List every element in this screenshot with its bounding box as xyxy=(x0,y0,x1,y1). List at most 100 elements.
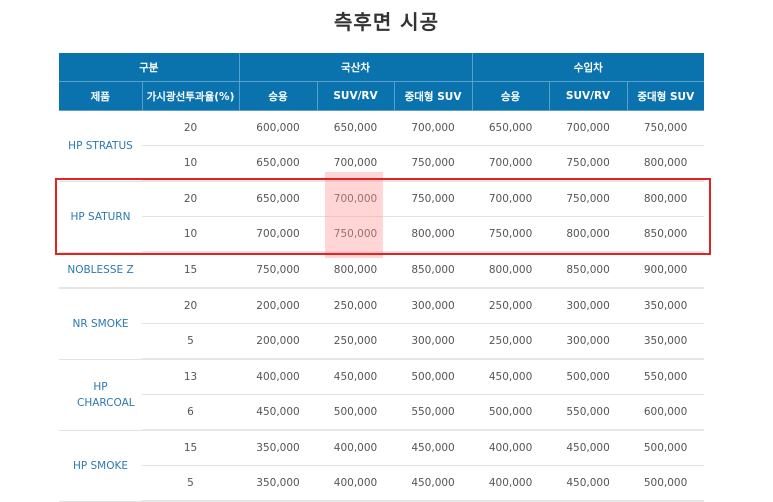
price-cell: 400,000 xyxy=(317,465,395,502)
price-cell: 600,000 xyxy=(627,394,705,431)
price-cell: 300,000 xyxy=(549,288,628,324)
table-row: 5 350,000 400,000 450,000 400,000 450,000 500,… xyxy=(59,465,705,502)
product-name: HP SATURN xyxy=(59,181,142,253)
price-cell: 650,000 xyxy=(239,181,318,217)
price-cell: 350,000 xyxy=(239,430,318,466)
product-name: HP SMOKE xyxy=(59,430,142,502)
table-row: NOBLESSE Z 15 750,000 800,000 850,000 800,000… xyxy=(59,252,705,289)
price-cell: 500,000 xyxy=(317,394,395,431)
header-product: 제품 xyxy=(59,81,142,111)
price-cell: 200,000 xyxy=(239,288,318,324)
header-import-suv-rv: SUV/RV xyxy=(548,81,628,111)
price-cell: 450,000 xyxy=(472,359,550,395)
header-domestic-suv-rv: SUV/RV xyxy=(316,81,395,111)
price-cell: 550,000 xyxy=(394,394,473,431)
table-row: 10 650,000 700,000 750,000 700,000 750,000 800… xyxy=(59,145,705,182)
price-cell: 500,000 xyxy=(627,465,705,502)
price-cell: 850,000 xyxy=(394,252,473,289)
vlt-value: 10 xyxy=(142,145,240,182)
vlt-value: 13 xyxy=(142,359,240,395)
vlt-value: 10 xyxy=(142,216,240,253)
table-row: 10 700,000 750,000 800,000 750,000 800,000 850… xyxy=(59,216,705,253)
price-cell: 700,000 xyxy=(549,110,628,146)
vlt-value: 15 xyxy=(142,430,240,466)
vlt-value: 20 xyxy=(142,288,240,324)
price-cell: 800,000 xyxy=(317,252,395,289)
header-import-sedan: 승용 xyxy=(471,81,550,111)
header-domestic: 국산차 xyxy=(238,53,473,82)
price-cell: 400,000 xyxy=(239,359,318,395)
price-cell: 500,000 xyxy=(549,359,628,395)
header-import-large-suv: 중대형 SUV xyxy=(626,81,705,111)
price-cell: 350,000 xyxy=(239,465,318,502)
price-cell: 550,000 xyxy=(549,394,628,431)
price-cell: 850,000 xyxy=(549,252,628,289)
price-cell: 450,000 xyxy=(317,359,395,395)
price-cell: 700,000 xyxy=(472,145,550,182)
price-cell: 800,000 xyxy=(627,145,705,182)
price-cell: 400,000 xyxy=(472,465,550,502)
table-row: 5 200,000 250,000 300,000 250,000 300,000 350,… xyxy=(59,323,705,360)
table-row: HP STRATUS 20 600,000 650,000 700,000 650,000… xyxy=(59,110,705,182)
price-cell: 700,000 xyxy=(394,110,473,146)
product-name: HP STRATUS xyxy=(59,110,142,182)
table-row: HP SATURN 20 650,000 700,000 750,000 700,000 7… xyxy=(59,181,705,253)
price-cell: 650,000 xyxy=(239,145,318,182)
price-cell: 750,000 xyxy=(394,145,473,182)
price-cell: 700,000 xyxy=(239,216,318,253)
price-cell: 250,000 xyxy=(472,288,550,324)
product-name: HP CHARCOAL xyxy=(59,359,142,431)
price-cell: 250,000 xyxy=(317,323,395,360)
price-cell: 900,000 xyxy=(627,252,705,289)
price-cell: 750,000 xyxy=(394,181,473,217)
header-domestic-sedan: 승용 xyxy=(238,81,318,111)
table-row: 6 450,000 500,000 550,000 500,000 550,000 600,… xyxy=(59,394,705,431)
product-name: NR SMOKE xyxy=(59,288,142,360)
header-domestic-large-suv: 중대형 SUV xyxy=(393,81,473,111)
table-row: HP CHARCOAL 13 400,000 450,000 500,000 450,00… xyxy=(59,359,705,431)
price-cell: 750,000 xyxy=(317,216,395,253)
price-cell: 650,000 xyxy=(472,110,550,146)
header-category: 구분 xyxy=(59,53,240,82)
price-cell: 650,000 xyxy=(317,110,395,146)
price-cell: 750,000 xyxy=(239,252,318,289)
price-cell: 300,000 xyxy=(394,288,473,324)
price-cell: 800,000 xyxy=(472,252,550,289)
price-cell: 450,000 xyxy=(549,430,628,466)
vlt-value: 6 xyxy=(142,394,240,431)
price-cell: 500,000 xyxy=(472,394,550,431)
price-cell: 550,000 xyxy=(627,359,705,395)
price-cell: 300,000 xyxy=(394,323,473,360)
price-cell: 750,000 xyxy=(627,110,705,146)
table-row: NR SMOKE 20 200,000 250,000 300,000 250,000 30… xyxy=(59,288,705,360)
price-cell: 500,000 xyxy=(394,359,473,395)
price-cell: 450,000 xyxy=(549,465,628,502)
price-cell: 400,000 xyxy=(472,430,550,466)
product-name: NOBLESSE Z xyxy=(59,252,142,289)
price-cell: 800,000 xyxy=(627,181,705,217)
pricing-table: 구분 국산차 수입차 제품 가시광선투과율(%) 승용 SUV/RV 중대형 S… xyxy=(59,53,705,502)
price-cell: 500,000 xyxy=(627,430,705,466)
vlt-value: 15 xyxy=(142,252,240,289)
table-row: HP SMOKE 15 350,000 400,000 450,000 400,000 45… xyxy=(59,430,705,502)
table-body: HP STRATUS 20 600,000 650,000 700,000 650,000… xyxy=(59,110,705,502)
page-title: 측후면 시공 xyxy=(334,10,439,34)
price-cell: 300,000 xyxy=(549,323,628,360)
vlt-value: 5 xyxy=(142,465,240,502)
price-cell: 750,000 xyxy=(472,216,550,253)
price-cell: 450,000 xyxy=(394,465,473,502)
price-cell: 250,000 xyxy=(317,288,395,324)
header-import: 수입차 xyxy=(471,53,705,82)
price-cell: 850,000 xyxy=(627,216,705,253)
price-cell: 800,000 xyxy=(394,216,473,253)
price-cell: 450,000 xyxy=(394,430,473,466)
price-cell: 600,000 xyxy=(239,110,318,146)
vlt-value: 20 xyxy=(142,181,240,217)
vlt-value: 20 xyxy=(142,110,240,146)
price-cell: 250,000 xyxy=(472,323,550,360)
header-row-columns: 제품 가시광선투과율(%) 승용 SUV/RV 중대형 SUV 승용 SUV/R… xyxy=(59,81,705,111)
price-cell: 450,000 xyxy=(239,394,318,431)
header-vlt: 가시광선투과율(%) xyxy=(141,81,240,111)
price-cell: 400,000 xyxy=(317,430,395,466)
price-cell: 700,000 xyxy=(317,181,395,217)
